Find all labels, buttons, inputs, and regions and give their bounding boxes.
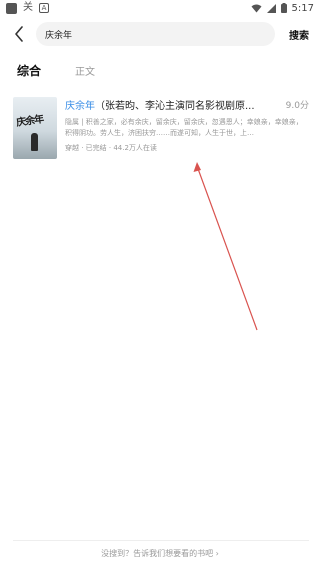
status-bar: 关 A 5:17 <box>0 0 320 16</box>
signal-icon <box>266 3 276 13</box>
tab-text[interactable]: 正文 <box>75 63 95 78</box>
book-title-rest: （张若昀、李沁主演同名影视剧原... <box>95 100 255 112</box>
clock: 5:17 <box>291 2 314 14</box>
book-title-highlight: 庆余年 <box>65 100 95 112</box>
annotation-arrow-icon <box>193 162 258 331</box>
cover-figure <box>31 133 38 151</box>
book-title: 庆余年（张若昀、李沁主演同名影视剧原... <box>65 97 271 112</box>
footer-divider <box>13 540 309 541</box>
search-header: 庆余年 搜索 <box>0 22 320 46</box>
search-results-page: 关 A 5:17 庆余年 搜索 综合 正文 庆余年 庆余年（张若昀、李沁主演同名… <box>0 0 320 569</box>
back-button[interactable] <box>8 22 30 46</box>
wifi-icon <box>251 4 262 12</box>
book-description: 隐属 | 积善之家，必有余庆，留余庆，留余庆，忽遇恩人；幸娘亲，幸娘亲，积得阴功… <box>65 118 303 137</box>
cover-title: 庆余年 <box>15 114 44 129</box>
book-score: 9.0分 <box>285 100 309 111</box>
battery-icon <box>280 3 287 13</box>
feedback-link[interactable]: 没搜到？告诉我们想要看的书吧 › <box>0 548 320 559</box>
chevron-left-icon <box>15 26 23 42</box>
book-cover: 庆余年 <box>13 97 57 159</box>
app-square-icon <box>6 2 17 14</box>
status-right: 5:17 <box>251 3 314 14</box>
list-item[interactable]: 庆余年 庆余年（张若昀、李沁主演同名影视剧原... 9.0分 隐属 | 积善之家… <box>13 97 309 159</box>
result-tabs: 综合 正文 <box>0 60 95 80</box>
notification-a-icon: A <box>39 3 49 13</box>
search-input[interactable]: 庆余年 <box>36 22 275 46</box>
tab-comprehensive[interactable]: 综合 <box>17 62 41 79</box>
title-row: 庆余年（张若昀、李沁主演同名影视剧原... 9.0分 <box>65 97 309 112</box>
status-left: 关 A <box>6 2 49 14</box>
search-button[interactable]: 搜索 <box>289 27 309 42</box>
book-info: 庆余年（张若昀、李沁主演同名影视剧原... 9.0分 隐属 | 积善之家，必有余… <box>65 97 309 159</box>
app-glyph-icon: 关 <box>23 2 33 13</box>
book-meta: 穿越 · 已完结 · 44.2万人在读 <box>65 144 157 152</box>
search-query-text: 庆余年 <box>45 30 73 41</box>
